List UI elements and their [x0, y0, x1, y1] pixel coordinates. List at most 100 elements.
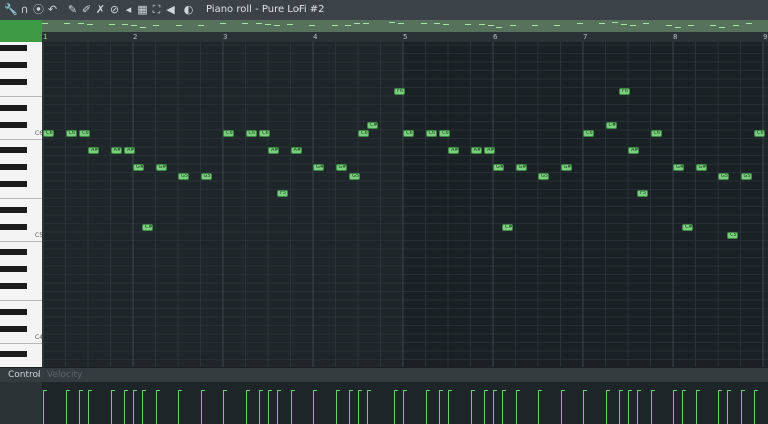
velocity-bar[interactable]: [637, 390, 638, 424]
note[interactable]: A#5: [290, 147, 302, 154]
note[interactable]: C6: [403, 130, 414, 137]
velocity-bar[interactable]: [493, 390, 494, 424]
black-key[interactable]: [0, 104, 27, 111]
control-arrow-icon[interactable]: ›: [37, 370, 40, 380]
black-key[interactable]: [0, 181, 27, 187]
black-key[interactable]: [0, 147, 27, 153]
note[interactable]: A#5: [448, 147, 459, 154]
velocity-bar[interactable]: [178, 390, 179, 424]
velocity-bar[interactable]: [200, 390, 202, 424]
note[interactable]: F5: [277, 189, 288, 197]
note[interactable]: G5: [200, 172, 212, 180]
black-key[interactable]: [0, 308, 27, 315]
velocity-bar[interactable]: [502, 390, 503, 424]
note[interactable]: G#5: [335, 164, 347, 171]
note[interactable]: C6: [223, 130, 234, 137]
black-key[interactable]: [0, 283, 27, 289]
velocity-bar[interactable]: [628, 390, 629, 424]
note[interactable]: C6: [43, 130, 54, 137]
velocity-bar[interactable]: [560, 390, 562, 424]
note[interactable]: G5: [718, 172, 729, 180]
note[interactable]: A#5: [110, 147, 122, 154]
velocity-bar[interactable]: [43, 390, 44, 424]
note[interactable]: C6: [259, 130, 270, 137]
velocity-bar[interactable]: [268, 390, 269, 424]
mute-icon[interactable]: ⊘: [108, 3, 121, 16]
black-key[interactable]: [0, 45, 27, 51]
velocity-bar[interactable]: [349, 390, 350, 424]
wrench-icon[interactable]: 🔧: [4, 3, 18, 16]
speaker-icon[interactable]: ◀: [164, 3, 177, 16]
velocity-bar[interactable]: [142, 390, 143, 424]
note[interactable]: A#5: [88, 147, 99, 154]
note[interactable]: G#5: [560, 164, 572, 171]
black-key[interactable]: [0, 266, 27, 272]
velocity-bar[interactable]: [718, 390, 719, 424]
note[interactable]: G5: [178, 172, 189, 180]
velocity-bar[interactable]: [605, 390, 607, 424]
note[interactable]: A#5: [124, 147, 135, 154]
note[interactable]: A#5: [268, 147, 279, 154]
velocity-bar[interactable]: [754, 390, 755, 424]
velocity-bar[interactable]: [619, 390, 620, 424]
velocity-bar[interactable]: [259, 390, 260, 424]
paint-brush-icon[interactable]: ✐: [80, 3, 93, 16]
velocity-bar[interactable]: [133, 390, 134, 424]
velocity-bar[interactable]: [290, 390, 292, 424]
note[interactable]: G#5: [493, 164, 504, 171]
note[interactable]: G#5: [155, 164, 167, 171]
note-grid[interactable]: C6C6C6A#5A#5A#5G#5C#5G#5G5G5C6C6C6A#5F5A…: [43, 42, 768, 367]
black-key[interactable]: [0, 223, 27, 230]
velocity-bar[interactable]: [277, 390, 278, 424]
note[interactable]: G#5: [673, 164, 684, 171]
delete-icon[interactable]: ✗: [94, 3, 107, 16]
black-key[interactable]: [0, 206, 27, 213]
note[interactable]: G#5: [313, 164, 324, 171]
velocity-bar[interactable]: [223, 390, 224, 424]
note[interactable]: F5: [637, 189, 648, 197]
velocity-bar[interactable]: [583, 390, 584, 424]
velocity-bar[interactable]: [245, 390, 247, 424]
note[interactable]: C#6: [605, 121, 617, 129]
note[interactable]: G#5: [695, 164, 707, 171]
velocity-bar[interactable]: [515, 390, 517, 424]
velocity-lane[interactable]: [42, 382, 768, 424]
title-chevron-icon[interactable]: ›: [296, 3, 300, 17]
note[interactable]: C#6: [367, 121, 378, 129]
velocity-bar[interactable]: [538, 390, 539, 424]
velocity-bar[interactable]: [65, 390, 67, 424]
velocity-bar[interactable]: [682, 390, 683, 424]
velocity-bar[interactable]: [673, 390, 674, 424]
velocity-bar[interactable]: [335, 390, 337, 424]
zoom-icon[interactable]: ⛶: [150, 3, 163, 16]
velocity-bar[interactable]: [110, 390, 112, 424]
note[interactable]: A#5: [628, 147, 639, 154]
note[interactable]: C6: [425, 130, 437, 137]
black-key[interactable]: [0, 121, 27, 128]
black-key[interactable]: [0, 164, 27, 170]
note[interactable]: G5: [349, 172, 360, 180]
velocity-bar[interactable]: [740, 390, 742, 424]
note[interactable]: C6: [65, 130, 77, 137]
note[interactable]: C6: [439, 130, 450, 137]
note[interactable]: C6: [650, 130, 662, 137]
note[interactable]: F6: [394, 87, 405, 95]
velocity-bar[interactable]: [650, 390, 652, 424]
note[interactable]: A#5: [470, 147, 482, 154]
slice-icon[interactable]: ◂: [122, 3, 135, 16]
undo-icon[interactable]: ↶: [46, 3, 59, 16]
note[interactable]: C6: [79, 130, 90, 137]
velocity-bar[interactable]: [448, 390, 449, 424]
black-key[interactable]: [0, 79, 27, 85]
note[interactable]: G5: [538, 172, 549, 180]
velocity-bar[interactable]: [79, 390, 80, 424]
velocity-bar[interactable]: [88, 390, 89, 424]
note[interactable]: G#5: [133, 164, 144, 171]
control-value[interactable]: Velocity: [47, 370, 82, 380]
black-key[interactable]: [0, 351, 27, 357]
note[interactable]: C6: [358, 130, 369, 137]
velocity-bar[interactable]: [403, 390, 404, 424]
velocity-bar[interactable]: [394, 390, 395, 424]
select-icon[interactable]: ▦: [136, 3, 149, 16]
pencil-icon[interactable]: ✎: [66, 3, 79, 16]
